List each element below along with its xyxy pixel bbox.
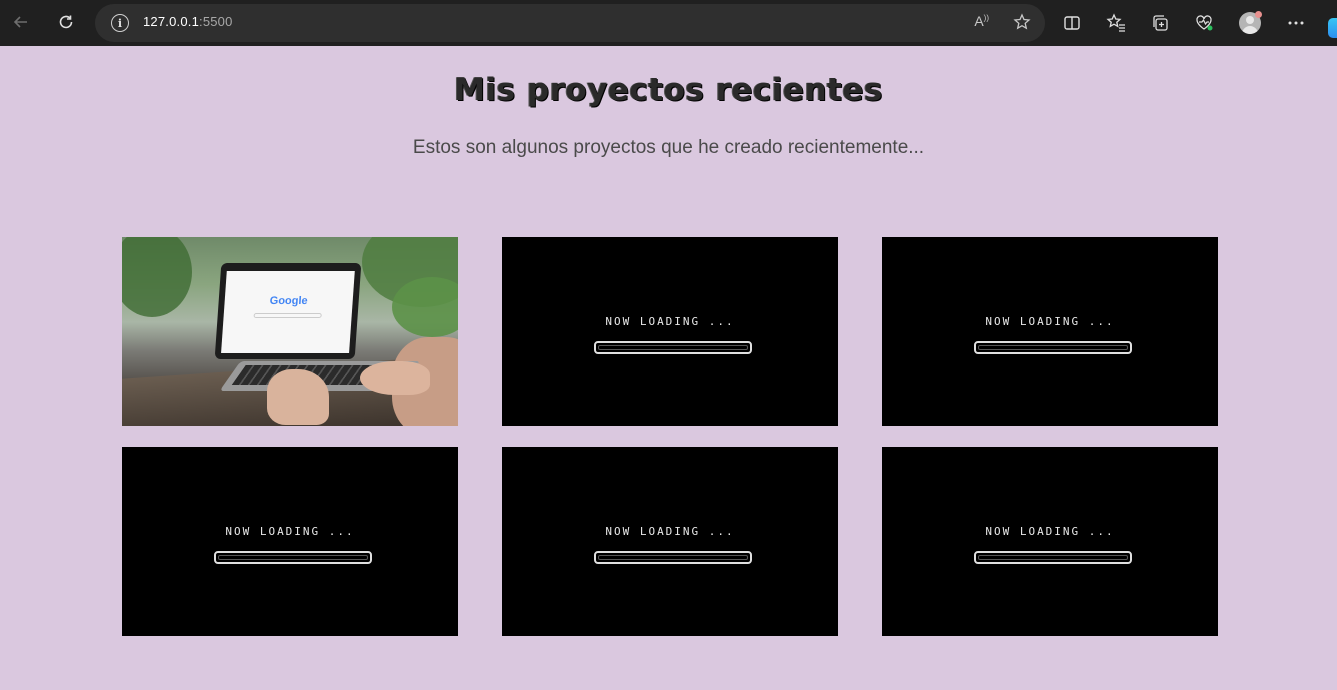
avatar-body-shape xyxy=(1242,26,1258,34)
collections-button[interactable] xyxy=(1149,12,1171,34)
google-searchbox-shape xyxy=(253,313,322,318)
background-bush-shape xyxy=(392,277,458,337)
star-icon xyxy=(1013,13,1031,30)
project-card-4[interactable]: NOW LOADING ... xyxy=(122,447,458,636)
site-info-icon[interactable]: i xyxy=(111,14,129,32)
hand-shape xyxy=(267,369,329,425)
address-bar[interactable]: i 127.0.0.1:5500 A)) xyxy=(95,4,1045,42)
avatar-head-shape xyxy=(1246,16,1254,24)
loading-bar xyxy=(594,551,752,564)
google-logo: Google xyxy=(269,295,309,307)
favorites-button[interactable] xyxy=(1105,12,1127,34)
split-screen-icon xyxy=(1064,16,1080,30)
loading-text: NOW LOADING ... xyxy=(985,315,1115,328)
back-button[interactable] xyxy=(8,9,34,35)
project-card-5[interactable]: NOW LOADING ... xyxy=(502,447,838,636)
loading-bar xyxy=(974,341,1132,354)
read-aloud-icon: A xyxy=(974,13,984,29)
notification-dot-icon xyxy=(1255,11,1262,18)
reload-button[interactable] xyxy=(53,9,79,35)
laptop-screen: Google xyxy=(214,263,362,359)
project-card-2[interactable]: NOW LOADING ... xyxy=(502,237,838,426)
favorite-button[interactable] xyxy=(1013,13,1031,35)
browser-essentials-button[interactable] xyxy=(1193,12,1215,34)
loading-text: NOW LOADING ... xyxy=(985,525,1115,538)
loading-text: NOW LOADING ... xyxy=(225,525,355,538)
laptop-screen-content: Google xyxy=(221,271,355,353)
more-dots-icon xyxy=(1288,21,1304,25)
loading-bar xyxy=(974,551,1132,564)
favorites-icon xyxy=(1106,13,1125,32)
settings-more-button[interactable] xyxy=(1285,12,1307,34)
hand-shape xyxy=(360,361,430,395)
project-card-6[interactable]: NOW LOADING ... xyxy=(882,447,1218,636)
loading-bar xyxy=(594,341,752,354)
collections-icon xyxy=(1153,15,1168,31)
url-host: 127.0.0.1 xyxy=(143,14,200,29)
url-port: :5500 xyxy=(199,14,233,29)
project-card-1[interactable]: Google xyxy=(122,237,458,426)
back-arrow-icon xyxy=(13,16,27,28)
url-text[interactable]: 127.0.0.1:5500 xyxy=(143,14,233,29)
page-title: Mis proyectos recientes xyxy=(454,72,883,108)
loading-text: NOW LOADING ... xyxy=(605,525,735,538)
project-card-3[interactable]: NOW LOADING ... xyxy=(882,237,1218,426)
read-aloud-button[interactable]: A)) xyxy=(974,13,989,29)
reload-icon xyxy=(59,15,73,29)
loading-text: NOW LOADING ... xyxy=(605,315,735,328)
browser-toolbar: i 127.0.0.1:5500 A)) xyxy=(0,0,1337,46)
split-screen-button[interactable] xyxy=(1061,12,1083,34)
background-tree-shape xyxy=(122,237,192,317)
page-subtitle: Estos son algunos proyectos que he cread… xyxy=(412,137,925,158)
copilot-icon[interactable] xyxy=(1328,18,1337,38)
heart-pulse-icon xyxy=(1196,15,1213,31)
loading-bar xyxy=(214,551,372,564)
